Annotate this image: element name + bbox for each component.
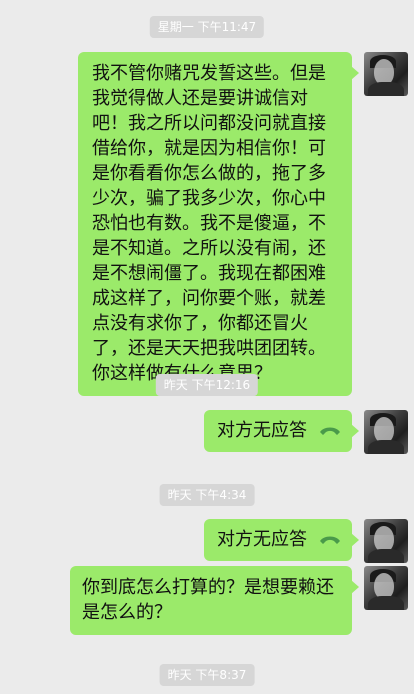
chat-window[interactable]: 星期一 下午11:47 我不管你赌咒发誓这些。但是我觉得做人还是要讲诚信对吧！我… bbox=[0, 0, 414, 694]
user-avatar[interactable] bbox=[364, 566, 408, 610]
message-bubble-long[interactable]: 我不管你赌咒发誓这些。但是我觉得做人还是要讲诚信对吧！我之所以问都没问就直接借给… bbox=[78, 52, 359, 396]
phone-hangup-icon bbox=[320, 536, 340, 544]
message-text: 我不管你赌咒发誓这些。但是我觉得做人还是要讲诚信对吧！我之所以问都没问就直接借给… bbox=[92, 63, 326, 384]
timestamp-2: 昨天 下午12:16 bbox=[155, 374, 259, 396]
call-bubble-2[interactable]: 对方无应答 bbox=[204, 519, 359, 561]
timestamp-4: 昨天 下午8:37 bbox=[159, 664, 255, 686]
timestamp-1: 星期一 下午11:47 bbox=[149, 16, 265, 38]
phone-hangup-icon bbox=[320, 427, 340, 435]
message-bubble-question[interactable]: 你到底怎么打算的？是想要赖还是怎么的？ bbox=[70, 566, 359, 635]
timestamp-3: 昨天 下午4:34 bbox=[159, 484, 255, 506]
message-text: 你到底怎么打算的？是想要赖还是怎么的？ bbox=[82, 577, 334, 623]
call-bubble-1[interactable]: 对方无应答 bbox=[204, 410, 359, 452]
user-avatar[interactable] bbox=[364, 519, 408, 563]
call-status-text: 对方无应答 bbox=[217, 529, 307, 550]
user-avatar[interactable] bbox=[364, 410, 408, 454]
call-status-text: 对方无应答 bbox=[217, 420, 307, 441]
user-avatar[interactable] bbox=[364, 52, 408, 96]
